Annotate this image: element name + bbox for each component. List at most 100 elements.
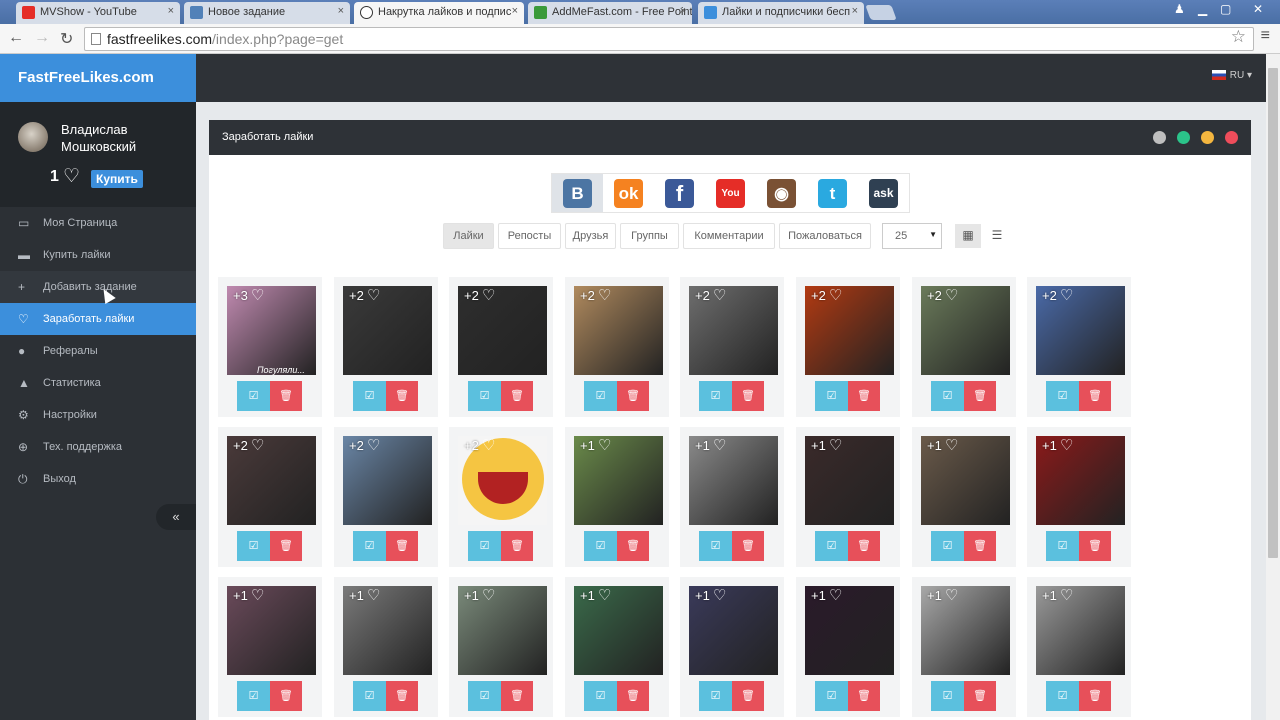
skip-task-button[interactable]: 🗑 xyxy=(732,381,764,411)
avatar[interactable] xyxy=(18,122,48,152)
confirm-like-button[interactable]: ☑ xyxy=(353,381,386,411)
skip-task-button[interactable]: 🗑 xyxy=(964,381,996,411)
network-twitter[interactable]: t xyxy=(807,174,858,212)
new-tab-button[interactable] xyxy=(865,5,897,20)
confirm-like-button[interactable]: ☑ xyxy=(237,681,270,711)
skip-task-button[interactable]: 🗑 xyxy=(1079,381,1111,411)
skip-task-button[interactable]: 🗑 xyxy=(848,381,880,411)
scrollbar-thumb[interactable] xyxy=(1268,68,1278,558)
sidebar-item-earn-likes[interactable]: ♡ Заработать лайки xyxy=(0,303,196,335)
maximize-window-icon[interactable]: ▢ xyxy=(1220,2,1231,16)
skip-task-button[interactable]: 🗑 xyxy=(1079,681,1111,711)
sidebar-item-settings[interactable]: ⚙ Настройки xyxy=(0,399,196,431)
filter-report[interactable]: Пожаловаться xyxy=(779,223,871,249)
filter-groups[interactable]: Группы xyxy=(620,223,679,249)
filter-likes[interactable]: Лайки xyxy=(443,223,494,249)
sidebar-item-referrals[interactable]: ● Рефералы xyxy=(0,335,196,367)
skip-task-button[interactable]: 🗑 xyxy=(732,531,764,561)
buy-button[interactable]: Купить xyxy=(91,170,143,188)
confirm-like-button[interactable]: ☑ xyxy=(815,531,848,561)
network-vk[interactable]: B xyxy=(552,174,603,212)
skip-task-button[interactable]: 🗑 xyxy=(501,531,533,561)
close-window-icon[interactable]: ✕ xyxy=(1244,2,1272,16)
skip-task-button[interactable]: 🗑 xyxy=(964,681,996,711)
skip-task-button[interactable]: 🗑 xyxy=(501,381,533,411)
browser-menu-icon[interactable]: ≡ xyxy=(1261,27,1270,45)
skip-task-button[interactable]: 🗑 xyxy=(848,681,880,711)
skip-task-button[interactable]: 🗑 xyxy=(501,681,533,711)
skip-task-button[interactable]: 🗑 xyxy=(386,381,418,411)
grid-view-icon[interactable]: ▦ xyxy=(955,224,981,248)
skip-task-button[interactable]: 🗑 xyxy=(964,531,996,561)
browser-tab-likes[interactable]: Лайки и подписчики бесп × xyxy=(698,2,864,24)
sidebar-item-buy-likes[interactable]: ▬ Купить лайки xyxy=(0,239,196,271)
language-selector[interactable]: RU ▾ xyxy=(1211,70,1252,81)
confirm-like-button[interactable]: ☑ xyxy=(699,381,732,411)
confirm-like-button[interactable]: ☑ xyxy=(353,681,386,711)
filter-comments[interactable]: Комментарии xyxy=(683,223,775,249)
confirm-like-button[interactable]: ☑ xyxy=(237,531,270,561)
tab-close-icon[interactable]: × xyxy=(338,5,344,17)
browser-tab-youtube[interactable]: MVShow - YouTube × xyxy=(16,2,180,24)
back-arrow-icon[interactable]: ← xyxy=(8,29,24,47)
confirm-like-button[interactable]: ☑ xyxy=(468,681,501,711)
filter-reposts[interactable]: Репосты xyxy=(498,223,561,249)
panel-close-icon[interactable] xyxy=(1225,131,1238,144)
brand-logo[interactable]: FastFreeLikes.com xyxy=(0,54,196,102)
confirm-like-button[interactable]: ☑ xyxy=(468,531,501,561)
tab-close-icon[interactable]: × xyxy=(512,5,518,17)
network-facebook[interactable]: f xyxy=(654,174,705,212)
reload-icon[interactable]: ↻ xyxy=(60,29,73,49)
panel-settings-icon[interactable] xyxy=(1153,131,1166,144)
confirm-like-button[interactable]: ☑ xyxy=(931,531,964,561)
confirm-like-button[interactable]: ☑ xyxy=(353,531,386,561)
forward-arrow-icon[interactable]: → xyxy=(34,29,50,47)
per-page-select[interactable]: 25 ▼ xyxy=(882,223,942,249)
confirm-like-button[interactable]: ☑ xyxy=(584,681,617,711)
confirm-like-button[interactable]: ☑ xyxy=(815,381,848,411)
tab-close-icon[interactable]: × xyxy=(680,5,686,17)
tab-close-icon[interactable]: × xyxy=(852,5,858,17)
confirm-like-button[interactable]: ☑ xyxy=(584,381,617,411)
confirm-like-button[interactable]: ☑ xyxy=(1046,381,1079,411)
confirm-like-button[interactable]: ☑ xyxy=(584,531,617,561)
skip-task-button[interactable]: 🗑 xyxy=(617,381,649,411)
browser-tab-active[interactable]: Накрутка лайков и подпис × xyxy=(354,2,524,24)
minimize-window-icon[interactable]: ▁ xyxy=(1198,2,1207,16)
network-askfm[interactable]: ask xyxy=(858,174,909,212)
confirm-like-button[interactable]: ☑ xyxy=(931,381,964,411)
confirm-like-button[interactable]: ☑ xyxy=(699,531,732,561)
skip-task-button[interactable]: 🗑 xyxy=(732,681,764,711)
skip-task-button[interactable]: 🗑 xyxy=(617,531,649,561)
skip-task-button[interactable]: 🗑 xyxy=(386,681,418,711)
tab-close-icon[interactable]: × xyxy=(168,5,174,17)
url-input[interactable]: fastfreelikes.com/index.php?page=get xyxy=(84,27,1254,51)
confirm-like-button[interactable]: ☑ xyxy=(931,681,964,711)
confirm-like-button[interactable]: ☑ xyxy=(1046,681,1079,711)
browser-tab-new-task[interactable]: Новое задание × xyxy=(184,2,350,24)
panel-minimize-icon[interactable] xyxy=(1201,131,1214,144)
browser-tab-addmefast[interactable]: AddMeFast.com - Free Point × xyxy=(528,2,692,24)
skip-task-button[interactable]: 🗑 xyxy=(1079,531,1111,561)
collapse-sidebar-button[interactable]: « xyxy=(156,504,196,530)
skip-task-button[interactable]: 🗑 xyxy=(386,531,418,561)
skip-task-button[interactable]: 🗑 xyxy=(848,531,880,561)
network-youtube[interactable]: You xyxy=(705,174,756,212)
sidebar-item-statistics[interactable]: ▲ Статистика xyxy=(0,367,196,399)
user-icon[interactable]: ♟ xyxy=(1174,2,1185,16)
page-scrollbar[interactable] xyxy=(1266,54,1280,720)
skip-task-button[interactable]: 🗑 xyxy=(270,381,302,411)
confirm-like-button[interactable]: ☑ xyxy=(237,381,270,411)
filter-friends[interactable]: Друзья xyxy=(565,223,616,249)
sidebar-item-logout[interactable]: ⏻ Выход xyxy=(0,463,196,495)
panel-refresh-icon[interactable] xyxy=(1177,131,1190,144)
confirm-like-button[interactable]: ☑ xyxy=(468,381,501,411)
network-instagram[interactable]: ◉ xyxy=(756,174,807,212)
sidebar-item-my-page[interactable]: ▭ Моя Страница xyxy=(0,207,196,239)
skip-task-button[interactable]: 🗑 xyxy=(270,531,302,561)
skip-task-button[interactable]: 🗑 xyxy=(270,681,302,711)
sidebar-item-add-task[interactable]: + Добавить задание xyxy=(0,271,196,303)
list-view-icon[interactable]: ☰ xyxy=(984,224,1010,248)
confirm-like-button[interactable]: ☑ xyxy=(699,681,732,711)
confirm-like-button[interactable]: ☑ xyxy=(1046,531,1079,561)
